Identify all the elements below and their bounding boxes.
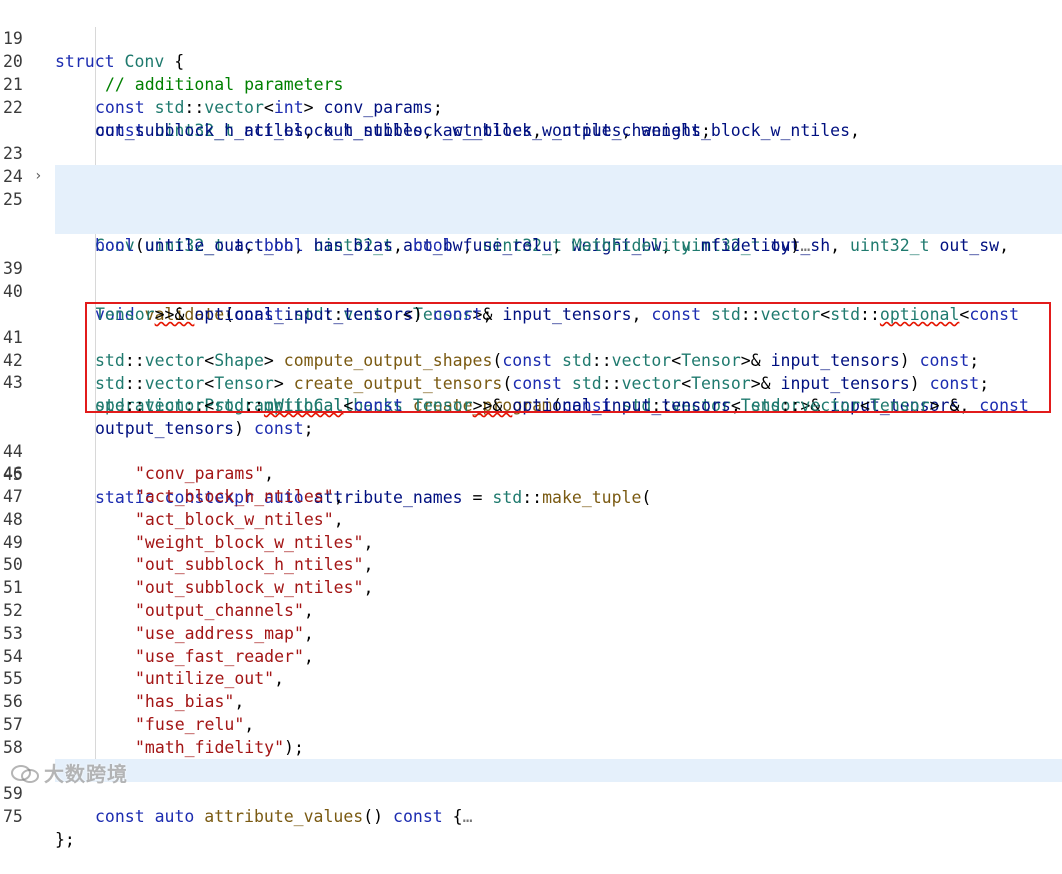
wechat-logo-icon <box>11 765 39 783</box>
watermark: 大数跨境 <box>10 758 128 787</box>
line-number: 58 <box>3 738 23 757</box>
code-line[interactable]: 19 struct Conv { <box>0 4 1062 71</box>
line-content[interactable]: "act_block_w_ntiles", <box>135 508 344 531</box>
folded-code-line[interactable]: 25 › Conv(uint32_t act_bh, uint32_t act_… <box>0 165 1062 255</box>
code-line[interactable]: 49 "weight_block_w_ntiles", <box>0 531 1062 554</box>
line-content[interactable]: "weight_block_w_ntiles", <box>135 531 373 554</box>
line-content[interactable]: "out_subblock_w_ntiles", <box>135 576 373 599</box>
code-line[interactable]: 52 "output_channels", <box>0 599 1062 622</box>
line-content[interactable]: "conv_params", <box>135 462 274 485</box>
code-line[interactable]: 55 "untilize_out", <box>0 667 1062 690</box>
line-content[interactable]: "out_subblock_h_ntiles", <box>135 553 373 576</box>
line-number: 57 <box>3 715 23 734</box>
code-line[interactable]: 39 <box>0 234 1062 278</box>
line-content[interactable]: "math_fidelity"); <box>135 736 304 759</box>
code-line[interactable]: 53 "use_address_map", <box>0 622 1062 645</box>
code-line[interactable]: 20 // additional parameters <box>0 27 1062 94</box>
line-content[interactable]: "untilize_out", <box>135 667 284 690</box>
line-content[interactable]: "fuse_relu", <box>135 713 254 736</box>
watermark-text: 大数跨境 <box>44 762 128 786</box>
line-number: 52 <box>3 601 23 620</box>
code-line[interactable]: 48 "act_block_w_ntiles", <box>0 508 1062 531</box>
line-number: 54 <box>3 647 23 666</box>
line-number: 50 <box>3 555 23 574</box>
line-number: 51 <box>3 578 23 597</box>
code-line[interactable]: 45 static constexpr auto attribute_names… <box>0 440 1062 507</box>
line-content[interactable]: const auto attribute_values() const {… <box>95 805 473 828</box>
code-line[interactable]: 50 "out_subblock_h_ntiles", <box>0 553 1062 576</box>
code-line[interactable]: 47 "act_block_h_ntiles", <box>0 485 1062 508</box>
line-number: 56 <box>3 692 23 711</box>
line-number: 53 <box>3 624 23 643</box>
folded-ellipsis[interactable]: … <box>463 807 473 826</box>
code-line[interactable]: 24 MathFidelity math_fidelity; <box>0 142 1062 209</box>
line-content[interactable]: "output_channels", <box>135 599 314 622</box>
code-line[interactable]: 57 "fuse_relu", <box>0 713 1062 736</box>
code-line-wrap[interactable]: out_subblock_h_ntiles, out_subblock_w_nt… <box>0 96 1062 140</box>
line-content[interactable]: "act_block_h_ntiles", <box>135 485 344 508</box>
code-line[interactable]: 40 void validate(const std::vector<Tenso… <box>0 257 1062 324</box>
line-number: 49 <box>3 533 23 552</box>
code-line[interactable]: 21 const std::vector<int> conv_params; <box>0 50 1062 117</box>
line-number: 55 <box>3 669 23 688</box>
code-line[interactable]: 51 "out_subblock_w_ntiles", <box>0 576 1062 599</box>
code-line[interactable]: 46 "conv_params", <box>0 462 1062 485</box>
code-line[interactable]: 56 "has_bias", <box>0 690 1062 713</box>
folded-code-line-wrap[interactable]: bool untile_out, bool has_bias, bool fus… <box>0 211 1062 255</box>
line-number: 48 <box>3 510 23 529</box>
code-line[interactable]: 23 bool use_address_map, use_fast_reader… <box>0 119 1062 186</box>
folded-code-line-wrap[interactable]: const std::vector<int>&c_params, uint32_… <box>0 188 1062 232</box>
code-line[interactable]: 22 const uint32_t act_block_h_ntiles, ac… <box>0 73 1062 140</box>
line-number: 46 <box>3 464 23 483</box>
code-line[interactable]: 58 "math_fidelity"); <box>0 736 1062 759</box>
code-line[interactable]: 44 <box>0 417 1062 461</box>
fold-expand-icon[interactable]: › <box>34 165 42 188</box>
code-line[interactable]: 54 "use_fast_reader", <box>0 645 1062 668</box>
code-editor[interactable]: 19 struct Conv { 20 // additional parame… <box>0 0 1062 849</box>
folded-code-line[interactable]: 59 const auto attribute_values() const {… <box>0 759 1062 826</box>
line-content[interactable]: "use_fast_reader", <box>135 645 314 668</box>
indent-guide <box>95 27 96 165</box>
code-line-wrap[interactable]: Tensor>>& optional_input_tensors) const; <box>0 280 1062 324</box>
code-line[interactable]: 75 }; <box>0 782 1062 849</box>
line-content[interactable]: "has_bias", <box>135 690 244 713</box>
annotation-highlight-box <box>85 302 1051 413</box>
line-content[interactable]: "use_address_map", <box>135 622 314 645</box>
line-number: 75 <box>3 807 23 826</box>
line-number: 47 <box>3 487 23 506</box>
line-content[interactable]: }; <box>55 828 75 851</box>
